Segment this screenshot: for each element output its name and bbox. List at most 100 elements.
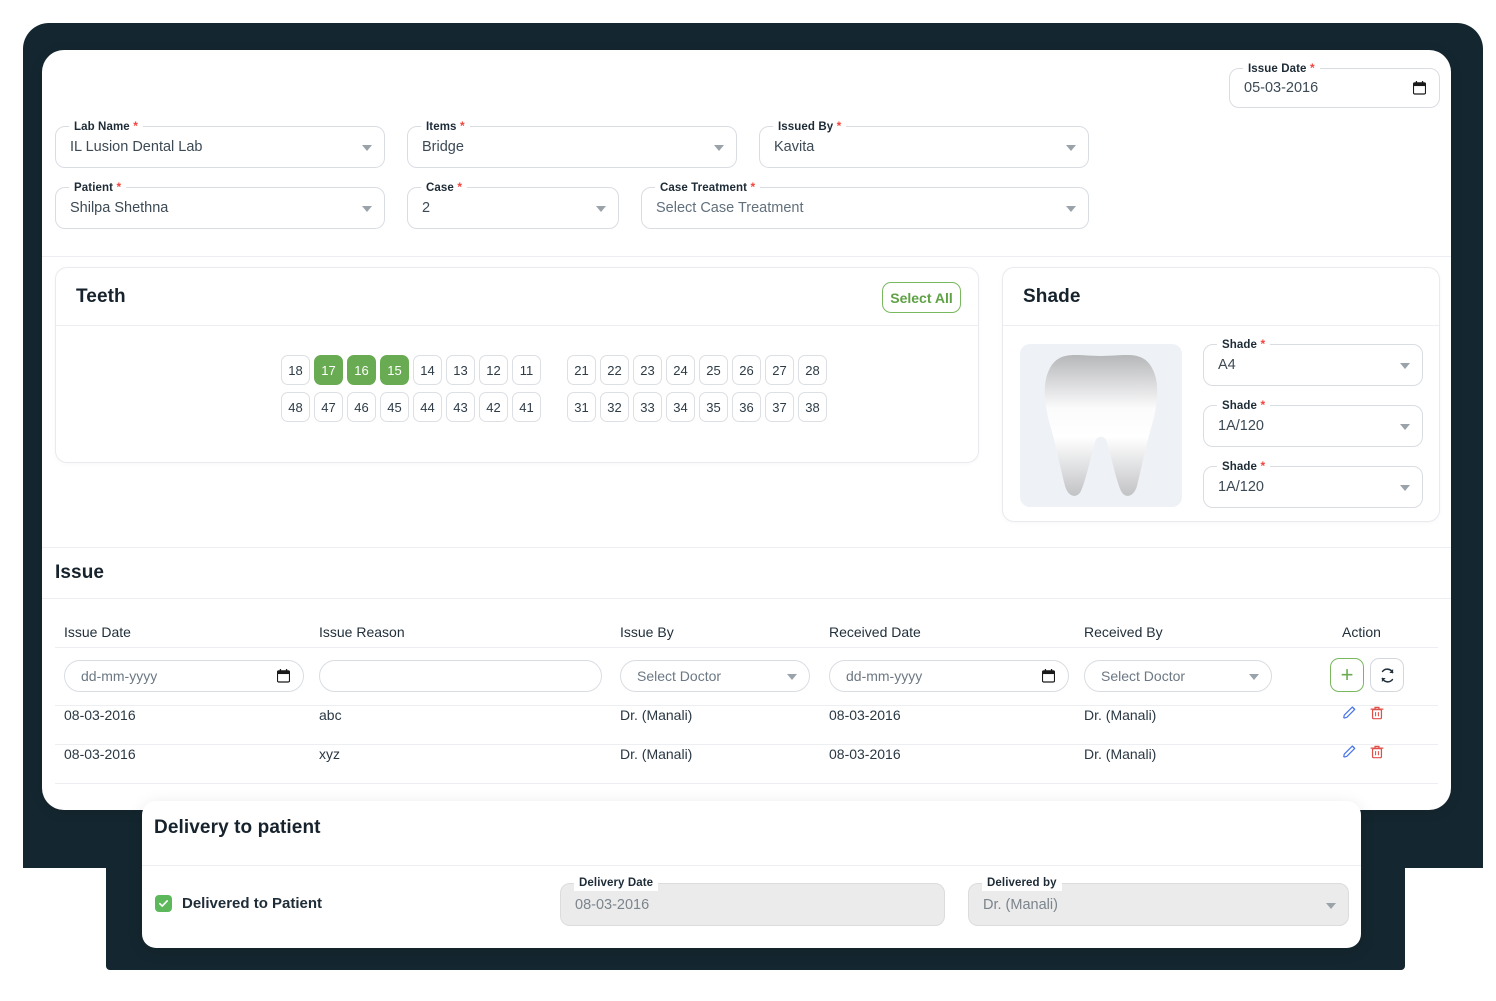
tooth-button-46[interactable]: 46	[347, 392, 376, 422]
calendar-icon[interactable]	[277, 669, 290, 683]
tooth-button-11[interactable]: 11	[512, 355, 541, 385]
chevron-down-icon[interactable]	[1400, 424, 1410, 430]
chevron-down-icon[interactable]	[787, 674, 797, 680]
divider	[142, 865, 1361, 866]
tooth-preview	[1020, 344, 1182, 507]
delivery-title: Delivery to patient	[154, 817, 321, 838]
column-header-action: Action	[1342, 624, 1381, 640]
tooth-button-22[interactable]: 22	[600, 355, 629, 385]
table-row: Dr. (Manali)	[620, 707, 693, 723]
tooth-button-35[interactable]: 35	[699, 392, 728, 422]
tooth-button-26[interactable]: 26	[732, 355, 761, 385]
chevron-down-icon[interactable]	[1066, 145, 1076, 151]
tooth-button-21[interactable]: 21	[567, 355, 596, 385]
case-treatment-field[interactable]: Case Treatment * Select Case Treatment	[641, 180, 1089, 229]
tooth-button-31[interactable]: 31	[567, 392, 596, 422]
delivered-to-patient-checkbox[interactable]	[155, 895, 172, 912]
tooth-button-33[interactable]: 33	[633, 392, 662, 422]
tooth-icon	[1044, 354, 1158, 496]
table-row: 08-03-2016	[64, 707, 136, 723]
issued-by-value: Kavita	[774, 139, 815, 155]
issued-by-field[interactable]: Issued By * Kavita	[759, 119, 1089, 168]
select-all-button[interactable]: Select All	[882, 282, 961, 313]
delete-row-button[interactable]	[1369, 705, 1385, 721]
items-field[interactable]: Items * Bridge	[407, 119, 737, 168]
add-issue-row-button[interactable]: +	[1330, 658, 1364, 692]
edit-row-button[interactable]	[1342, 744, 1358, 760]
tooth-button-23[interactable]: 23	[633, 355, 662, 385]
tooth-button-36[interactable]: 36	[732, 392, 761, 422]
issue-date-field[interactable]: Issue Date * 05-03-2016	[1229, 61, 1440, 108]
chevron-down-icon[interactable]	[362, 145, 372, 151]
patient-field[interactable]: Patient * Shilpa Shethna	[55, 180, 385, 229]
delivered-by-value: Dr. (Manali)	[983, 896, 1058, 913]
shade-field-2[interactable]: Shade * 1A/120	[1203, 398, 1423, 447]
chevron-down-icon[interactable]	[1066, 206, 1076, 212]
tooth-button-44[interactable]: 44	[413, 392, 442, 422]
divider	[55, 783, 1438, 784]
chevron-down-icon[interactable]	[1249, 674, 1259, 680]
new-issue-date-input[interactable]: dd-mm-yyyy	[64, 660, 304, 692]
lab-name-field[interactable]: Lab Name * IL Lusion Dental Lab	[55, 119, 385, 168]
new-received-date-input[interactable]: dd-mm-yyyy	[829, 660, 1069, 692]
delivery-date-value: 08-03-2016	[575, 896, 650, 913]
tooth-button-48[interactable]: 48	[281, 392, 310, 422]
new-received-by-select[interactable]: Select Doctor	[1084, 660, 1272, 692]
tooth-button-38[interactable]: 38	[798, 392, 827, 422]
tooth-button-28[interactable]: 28	[798, 355, 827, 385]
delivery-date-label: Delivery Date	[574, 876, 659, 891]
case-treatment-value: Select Case Treatment	[656, 200, 804, 216]
tooth-button-25[interactable]: 25	[699, 355, 728, 385]
tooth-button-34[interactable]: 34	[666, 392, 695, 422]
tooth-button-42[interactable]: 42	[479, 392, 508, 422]
shade-value-2: 1A/120	[1218, 418, 1264, 434]
tooth-button-43[interactable]: 43	[446, 392, 475, 422]
tooth-button-13[interactable]: 13	[446, 355, 475, 385]
issue-title: Issue	[55, 562, 105, 583]
shade-label-2: Shade *	[1217, 398, 1271, 414]
pencil-icon	[1343, 706, 1356, 719]
teeth-group-left: 48 47 46 45 44 43 42 41	[281, 392, 545, 422]
issue-date-value: 05-03-2016	[1244, 80, 1319, 96]
tooth-button-18[interactable]: 18	[281, 355, 310, 385]
tooth-button-24[interactable]: 24	[666, 355, 695, 385]
column-header-issue-date: Issue Date	[64, 624, 131, 640]
case-value: 2	[422, 200, 431, 216]
tooth-button-17[interactable]: 17	[314, 355, 343, 385]
items-value: Bridge	[422, 139, 464, 155]
edit-row-button[interactable]	[1342, 705, 1358, 721]
tooth-button-32[interactable]: 32	[600, 392, 629, 422]
tooth-button-16[interactable]: 16	[347, 355, 376, 385]
chevron-down-icon[interactable]	[596, 206, 606, 212]
chevron-down-icon[interactable]	[1400, 363, 1410, 369]
shade-field-1[interactable]: Shade * A4	[1203, 337, 1423, 386]
refresh-icon	[1381, 667, 1393, 683]
chevron-down-icon[interactable]	[714, 145, 724, 151]
table-row: Dr. (Manali)	[1084, 746, 1157, 762]
reset-issue-row-button[interactable]	[1370, 658, 1404, 692]
delivery-panel: Delivery to patient Delivered to Patient…	[142, 801, 1361, 948]
calendar-icon[interactable]	[1042, 669, 1055, 683]
case-field[interactable]: Case * 2	[407, 180, 619, 229]
items-label: Items *	[421, 119, 470, 135]
tooth-button-14[interactable]: 14	[413, 355, 442, 385]
tooth-button-47[interactable]: 47	[314, 392, 343, 422]
delivered-to-patient-label: Delivered to Patient	[182, 895, 323, 912]
plus-icon: +	[1340, 662, 1354, 687]
new-received-date-placeholder: dd-mm-yyyy	[846, 668, 923, 684]
calendar-icon[interactable]	[1413, 81, 1426, 95]
shade-field-3[interactable]: Shade * 1A/120	[1203, 459, 1423, 508]
new-issue-reason-input[interactable]	[319, 660, 602, 692]
chevron-down-icon[interactable]	[362, 206, 372, 212]
tooth-button-41[interactable]: 41	[512, 392, 541, 422]
tooth-button-12[interactable]: 12	[479, 355, 508, 385]
table-row: Dr. (Manali)	[620, 746, 693, 762]
tooth-button-27[interactable]: 27	[765, 355, 794, 385]
tooth-button-37[interactable]: 37	[765, 392, 794, 422]
delete-row-button[interactable]	[1369, 744, 1385, 760]
tooth-button-15[interactable]: 15	[380, 355, 409, 385]
table-row: Dr. (Manali)	[1084, 707, 1157, 723]
new-issue-by-select[interactable]: Select Doctor	[620, 660, 810, 692]
tooth-button-45[interactable]: 45	[380, 392, 409, 422]
chevron-down-icon[interactable]	[1400, 485, 1410, 491]
